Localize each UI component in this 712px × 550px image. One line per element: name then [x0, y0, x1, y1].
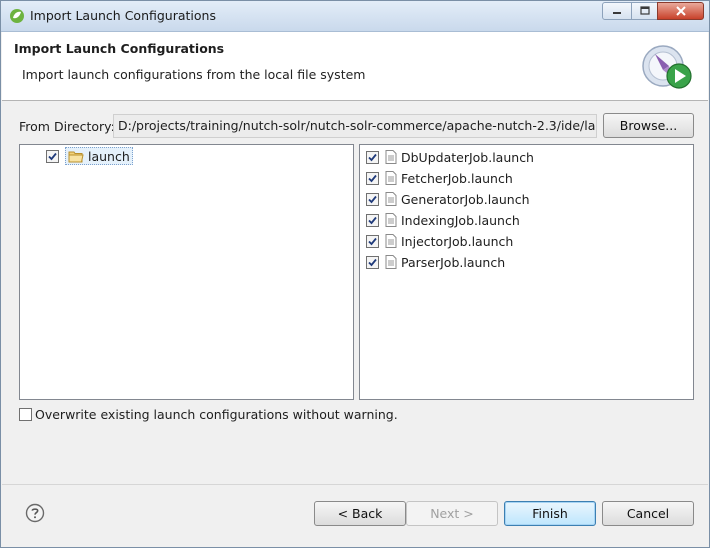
maximize-button[interactable]: [631, 2, 658, 20]
file-icon: [385, 234, 397, 248]
overwrite-label: Overwrite existing launch configurations…: [35, 407, 398, 422]
wizard-title: Import Launch Configurations: [14, 41, 225, 56]
footer-divider: [2, 484, 708, 485]
checkmark-icon: [368, 174, 377, 182]
list-item-label: IndexingJob.launch: [401, 212, 520, 228]
checkmark-icon: [368, 258, 377, 266]
close-icon: [675, 6, 686, 16]
checkmark-icon: [368, 153, 377, 161]
list-item-label: GeneratorJob.launch: [401, 191, 530, 207]
overwrite-checkbox[interactable]: [19, 408, 32, 421]
list-item-checkbox[interactable]: [366, 150, 379, 164]
list-item-checkbox[interactable]: [366, 255, 379, 269]
list-item[interactable]: GeneratorJob.launch: [366, 189, 530, 209]
spring-app-icon: [10, 9, 24, 23]
from-directory-label: From Directory:: [19, 119, 115, 134]
finish-button[interactable]: Finish: [504, 501, 596, 526]
tree-item[interactable]: launch: [46, 146, 133, 166]
minimize-icon: [613, 12, 621, 14]
list-item-checkbox[interactable]: [366, 192, 379, 206]
file-icon: [385, 255, 397, 269]
import-launch-wizard-icon: [642, 45, 692, 89]
list-item[interactable]: ParserJob.launch: [366, 252, 505, 272]
list-item-checkbox[interactable]: [366, 171, 379, 185]
list-item[interactable]: DbUpdaterJob.launch: [366, 147, 534, 167]
file-icon: [385, 171, 397, 185]
checkmark-icon: [368, 216, 377, 224]
wizard-header: Import Launch Configurations Import laun…: [2, 32, 708, 101]
browse-button[interactable]: Browse...: [603, 113, 694, 138]
tree-item-label: launch: [88, 148, 130, 164]
overwrite-option[interactable]: Overwrite existing launch configurations…: [19, 407, 398, 422]
checkmark-icon: [48, 152, 57, 160]
list-item-label: ParserJob.launch: [401, 254, 506, 270]
title-bar[interactable]: Import Launch Configurations: [1, 1, 709, 32]
folder-tree-panel[interactable]: launch: [19, 144, 354, 400]
dialog-window: Import Launch Configurations Import Laun…: [0, 0, 710, 548]
list-item-checkbox[interactable]: [366, 234, 379, 248]
list-item[interactable]: InjectorJob.launch: [366, 231, 513, 251]
file-list-panel[interactable]: DbUpdaterJob.launch FetcherJob.launch Ge…: [359, 144, 694, 400]
cancel-button[interactable]: Cancel: [602, 501, 694, 526]
checkmark-icon: [368, 195, 377, 203]
list-item[interactable]: IndexingJob.launch: [366, 210, 520, 230]
list-item-label: DbUpdaterJob.launch: [401, 149, 534, 165]
list-item[interactable]: FetcherJob.launch: [366, 168, 513, 188]
tree-item-selection: launch: [65, 147, 133, 165]
close-button[interactable]: [657, 2, 704, 20]
help-icon[interactable]: [25, 503, 45, 523]
list-item-label: FetcherJob.launch: [401, 170, 513, 186]
list-item-label: InjectorJob.launch: [401, 233, 514, 249]
maximize-icon: [639, 6, 650, 15]
file-icon: [385, 150, 397, 164]
file-icon: [385, 213, 397, 227]
checkmark-icon: [368, 237, 377, 245]
file-icon: [385, 192, 397, 206]
back-button[interactable]: < Back: [314, 501, 406, 526]
folder-icon: [68, 151, 84, 162]
window-title: Import Launch Configurations: [30, 8, 216, 23]
from-directory-field[interactable]: D:/projects/training/nutch-solr/nutch-so…: [113, 114, 597, 138]
tree-item-checkbox[interactable]: [46, 149, 59, 163]
next-button[interactable]: Next >: [406, 501, 498, 526]
minimize-button[interactable]: [602, 2, 632, 20]
wizard-description: Import launch configurations from the lo…: [22, 67, 366, 82]
list-item-checkbox[interactable]: [366, 213, 379, 227]
